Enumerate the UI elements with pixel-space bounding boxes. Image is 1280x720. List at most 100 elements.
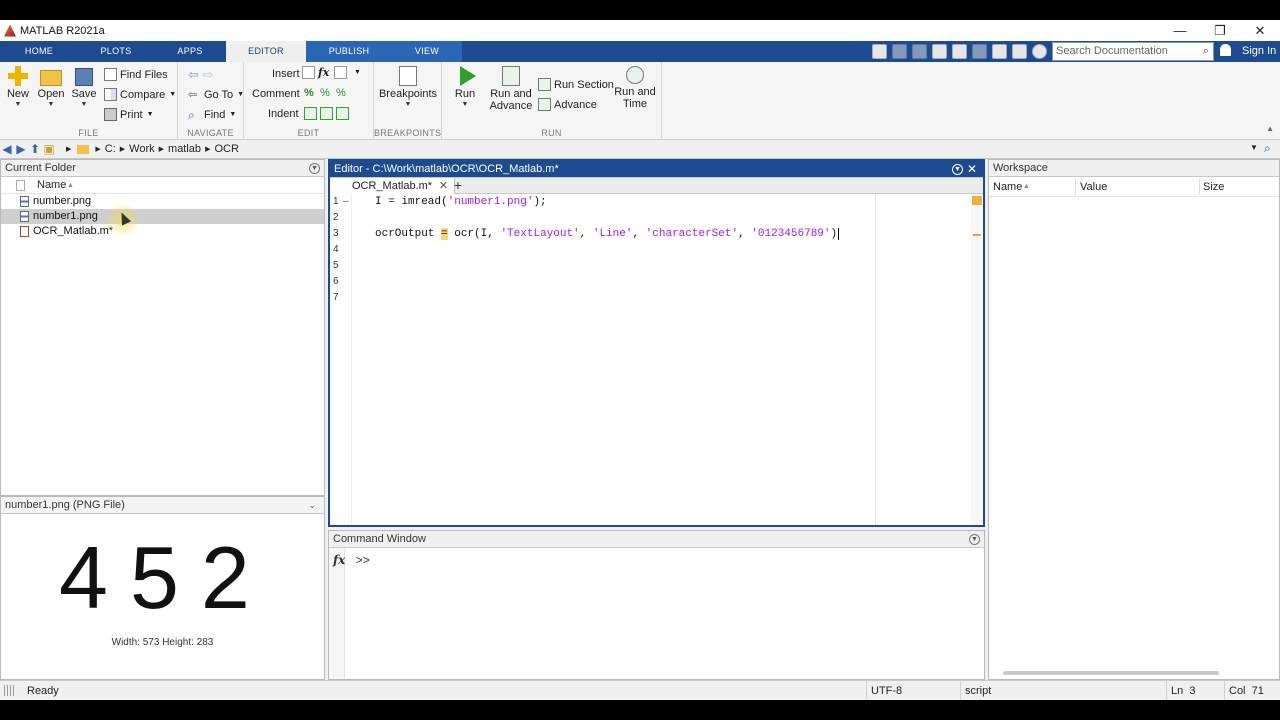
chevron-down-icon[interactable]: ⌄	[308, 497, 316, 514]
editor-header: Editor - C:\Work\matlab\OCR\OCR_Matlab.m…	[330, 161, 983, 178]
breadcrumb-ocr[interactable]: OCR	[214, 143, 238, 155]
editor-file-tab[interactable]: OCR_Matlab.m* ✕	[330, 178, 456, 194]
prompt-symbol: >>	[355, 554, 370, 568]
open-button[interactable]: Open ▼	[36, 66, 66, 108]
advance-button[interactable]: Advance	[538, 98, 597, 111]
tab-editor[interactable]: EDITOR	[226, 41, 306, 62]
column-divider[interactable]	[1199, 179, 1200, 195]
current-folder-panel: Current Folder ▼ Name ▲ number.png numbe…	[0, 159, 325, 496]
indent-button[interactable]: Indent	[268, 108, 299, 120]
breadcrumb-work[interactable]: Work	[129, 143, 154, 155]
insert-function-icon[interactable]: fx	[318, 66, 331, 79]
switch-windows-icon[interactable]	[992, 44, 1007, 59]
warning-indicator[interactable]	[972, 196, 982, 205]
details-title: number1.png (PNG File)	[5, 499, 125, 511]
notification-bell-icon[interactable]	[1220, 44, 1231, 56]
close-editor-icon[interactable]: ✕	[967, 161, 977, 178]
indent-label: Indent	[268, 108, 299, 120]
find-magnifier-icon: ⌕	[188, 108, 195, 122]
insert-button[interactable]: Insert	[272, 68, 300, 80]
find-button[interactable]: ⌕ Find ▼	[188, 108, 236, 122]
copy-icon[interactable]	[912, 44, 927, 59]
breakpoints-button[interactable]: Breakpoints ▼	[378, 66, 438, 108]
find-files-label: Find Files	[120, 68, 168, 81]
close-icon[interactable]: ✕	[1240, 20, 1280, 41]
chevron-down-icon: ▼	[169, 91, 177, 98]
code-analyzer-bar[interactable]	[971, 194, 983, 525]
breadcrumb-matlab[interactable]: matlab	[168, 143, 201, 155]
find-files-icon	[104, 68, 117, 81]
save-quick-icon[interactable]	[872, 44, 887, 59]
run-and-advance-button[interactable]: Run and Advance	[488, 66, 534, 112]
back-arrow-icon[interactable]: ⇦	[188, 67, 199, 83]
search-documentation-input[interactable]: Search Documentation ⌕	[1052, 42, 1214, 61]
value-column-header[interactable]: Value	[1080, 177, 1107, 197]
options-icon[interactable]	[1032, 44, 1047, 59]
minimize-icon[interactable]: —	[1160, 20, 1200, 41]
horizontal-scrollbar[interactable]	[1003, 671, 1219, 675]
insert-section-icon[interactable]	[302, 66, 315, 79]
comment-percent-icon[interactable]: %	[304, 87, 317, 100]
run-button[interactable]: Run ▼	[448, 66, 482, 108]
chevron-down-icon: ▼	[354, 69, 361, 76]
compare-button[interactable]: Compare ▼	[104, 88, 176, 101]
sign-in-link[interactable]: Sign In	[1242, 45, 1276, 57]
forward-icon[interactable]: ▶	[14, 142, 28, 156]
cut-icon[interactable]	[892, 44, 907, 59]
back-forward-buttons[interactable]: ⇦ ⇨	[188, 67, 213, 83]
tab-apps[interactable]: APPS	[154, 41, 226, 62]
up-folder-icon[interactable]: ⬆	[28, 142, 42, 156]
warning-marker[interactable]	[973, 234, 981, 236]
uncomment-icon[interactable]: %	[320, 87, 333, 100]
column-divider[interactable]	[1075, 179, 1076, 195]
smart-indent-icon[interactable]	[304, 107, 317, 120]
panel-menu-icon[interactable]: ▼	[309, 163, 320, 174]
tab-home[interactable]: HOME	[0, 41, 78, 62]
paste-icon[interactable]	[932, 44, 947, 59]
new-tab-button[interactable]: +	[446, 178, 470, 194]
function-browser-icon[interactable]: fx	[333, 553, 345, 567]
save-button[interactable]: Save ▼	[70, 66, 98, 108]
folder-column-header[interactable]: Name ▲	[1, 177, 324, 194]
panel-menu-icon[interactable]: ▼	[969, 534, 980, 545]
new-button[interactable]: New ▼	[4, 66, 32, 108]
breadcrumb-drive[interactable]: C:	[105, 143, 116, 155]
tab-publish[interactable]: PUBLISH	[306, 41, 392, 62]
list-item[interactable]: number.png	[1, 194, 324, 209]
command-prompt[interactable]: fx >>	[333, 553, 370, 568]
print-button[interactable]: Print ▼	[104, 108, 154, 121]
forward-arrow-icon[interactable]: ⇨	[203, 67, 214, 83]
code-area[interactable]: I = imread('number1.png'); ocrOutput = o…	[375, 194, 873, 525]
go-to-button[interactable]: ⇦ Go To ▼	[188, 88, 244, 102]
current-folder-title: Current Folder	[5, 162, 76, 174]
undo-icon[interactable]	[952, 44, 967, 59]
chevron-down-icon[interactable]: ▼	[1250, 143, 1258, 152]
redo-icon[interactable]	[972, 44, 987, 59]
panel-menu-icon[interactable]: ▼	[952, 164, 963, 175]
search-icon[interactable]: ⌕	[1203, 45, 1209, 58]
search-folder-icon[interactable]: ⌕	[1264, 141, 1271, 156]
increase-indent-icon[interactable]	[320, 107, 333, 120]
decrease-indent-icon[interactable]	[336, 107, 349, 120]
collapse-ribbon-icon[interactable]: ▲	[1266, 124, 1274, 133]
sort-asc-icon: ▲	[1023, 183, 1030, 190]
wrap-comments-icon[interactable]: %	[336, 87, 349, 100]
run-and-time-button[interactable]: Run and Time	[612, 66, 658, 110]
insert-function-browser-icon[interactable]	[334, 66, 347, 79]
insert-icons: fx ▼	[302, 66, 361, 79]
tab-view[interactable]: VIEW	[392, 41, 462, 62]
size-column-header[interactable]: Size	[1203, 177, 1224, 197]
tab-plots[interactable]: PLOTS	[78, 41, 154, 62]
run-section-button[interactable]: Run Section	[538, 78, 614, 91]
back-icon[interactable]: ◀	[0, 142, 14, 156]
help-icon[interactable]	[1012, 44, 1027, 59]
ribbon-toolstrip: New ▼ Open ▼ Save ▼ Find Files Compare ▼	[0, 62, 1280, 140]
list-item[interactable]: number1.png	[1, 209, 324, 224]
advance-label: Advance	[554, 98, 597, 111]
comment-button[interactable]: Comment	[252, 88, 300, 100]
list-item[interactable]: OCR_Matlab.m*	[1, 224, 324, 239]
find-files-button[interactable]: Find Files	[104, 68, 168, 81]
maximize-icon[interactable]: ❐	[1200, 20, 1240, 41]
browse-folder-icon[interactable]: ▣	[42, 142, 56, 156]
name-column-header[interactable]: Name	[993, 177, 1022, 197]
